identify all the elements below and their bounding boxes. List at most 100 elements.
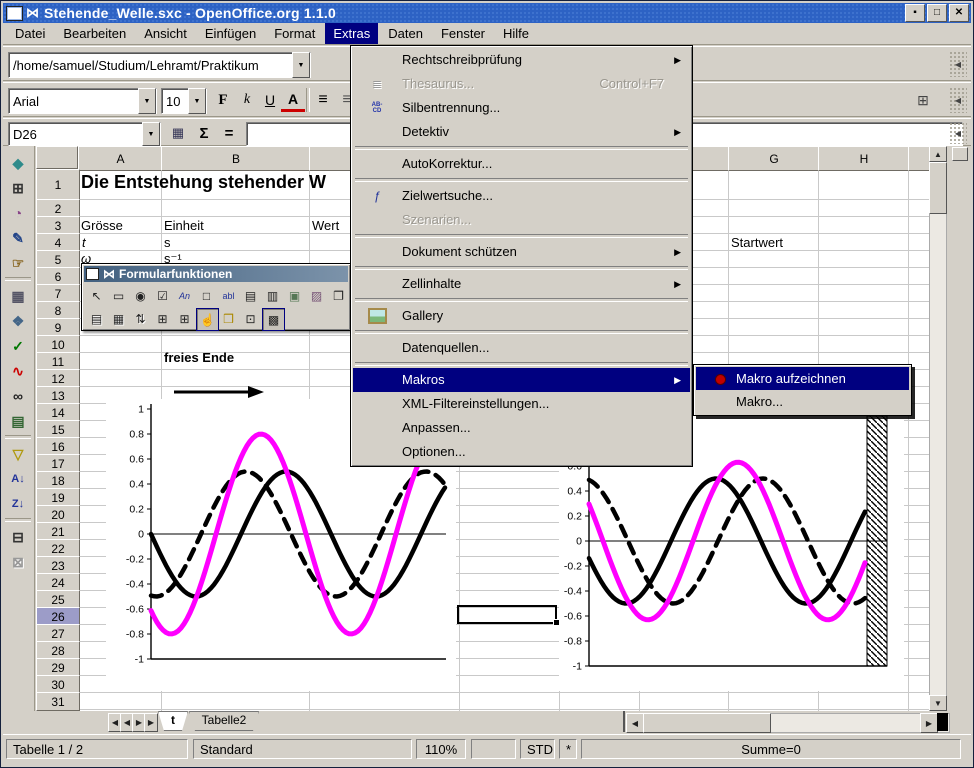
cell-reference-value[interactable]: D26 [9,127,142,142]
menu-item-gallery[interactable]: Gallery [353,304,690,328]
menu-item-datenquellen[interactable]: Datenquellen... [353,336,690,360]
file-selection-icon[interactable]: ❐ [328,285,349,306]
font-size-combo[interactable]: 10 ▼ [161,88,207,114]
column-header-A[interactable]: A [78,146,163,171]
vertical-scrollbar[interactable] [929,146,947,711]
menubar-item-fenster[interactable]: Fenster [433,23,493,44]
pin-icon[interactable]: ⋈ [26,5,39,21]
toolbar-collapse-handle[interactable]: ◀ [949,122,967,144]
menu-item-silbentrennung[interactable]: Silbentrennung...AB- CD [353,96,690,120]
label-field-icon[interactable]: An [174,285,195,306]
close-button[interactable]: ✕ [949,4,969,22]
scroll-left-icon[interactable]: ◀ [626,713,644,733]
column-header-B[interactable]: B [161,146,311,171]
menu-item-autokorrektur[interactable]: AutoKorrektur... [353,152,690,176]
horizontal-scroll-thumb[interactable] [643,713,771,733]
last-sheet-icon[interactable]: ▶ [144,713,158,732]
scroll-down-icon[interactable]: ▼ [929,695,947,711]
submenu-item-makroaufzeichnen[interactable]: Makro aufzeichnen [696,367,909,390]
underline-button[interactable]: U [258,89,282,111]
sum-icon[interactable]: Σ [192,122,216,144]
spellcheck-icon[interactable]: ✓ [6,335,30,357]
column-header-H[interactable]: H [818,146,910,171]
draw-functions-icon[interactable]: ✎ [6,227,30,249]
tab-scrollbar-splitter[interactable] [623,711,625,732]
scroll-up-icon[interactable]: ▲ [929,146,947,162]
open-form-icon[interactable]: ❒ [218,308,239,329]
url-dropdown-icon[interactable]: ▼ [292,52,310,78]
image-control-icon[interactable]: ▨ [306,285,327,306]
form-functions-toolbar[interactable]: ⋈ Formularfunktionen ↖▭◉☑An□abl▤▥▣▨❐ ▤▦⇅… [81,263,351,331]
menubar-item-bearbeiten[interactable]: Bearbeiten [55,23,134,44]
styles-icon[interactable]: ❖ [6,310,30,332]
autoformat-icon[interactable]: ▦ [6,285,30,307]
ungroup-icon[interactable]: ⊠ [6,551,30,573]
toolbar-collapse-handle[interactable]: ◀ [949,51,967,77]
checkbox-icon[interactable]: ☑ [152,285,173,306]
column-header-G[interactable]: G [728,146,820,171]
menubar-item-datei[interactable]: Datei [7,23,53,44]
menu-item-thesaurus[interactable]: Thesaurus...≣Control+F7 [353,72,690,96]
sort-ascending-icon[interactable]: A↓ [6,468,30,490]
font-name-value[interactable]: Arial [9,94,138,109]
menu-item-szenarien[interactable]: Szenarien... [353,208,690,232]
title-bar[interactable]: ⋈ Stehende_Welle.sxc - OpenOffice.org 1.… [3,3,971,23]
form-properties-icon[interactable]: ▤ [86,308,107,329]
menubar-item-daten[interactable]: Daten [380,23,431,44]
sort-descending-icon[interactable]: Z↓ [6,493,30,515]
select-all-corner[interactable] [36,146,78,169]
table-control-icon[interactable]: ⊞ [152,308,173,329]
insert-chart-icon[interactable]: ◔ [6,202,30,224]
font-size-dropdown-icon[interactable]: ▼ [188,88,206,114]
font-color-button[interactable]: A [281,89,305,112]
design-mode-icon[interactable]: ▩ [262,308,285,331]
toolbar-collapse-handle[interactable]: ◀ [949,87,967,113]
control-focus-icon[interactable]: ⊡ [240,308,261,329]
row-header-1[interactable]: 1 [36,169,80,201]
split-handle[interactable] [952,147,968,161]
insert-icon[interactable]: ◆ [6,152,30,174]
status-zoom[interactable]: 110% [416,739,466,759]
font-size-value[interactable]: 10 [162,94,188,109]
menubar-item-extras[interactable]: Extras [325,23,378,44]
image-button-icon[interactable]: ▣ [284,285,305,306]
find-icon[interactable]: ∞ [6,385,30,407]
font-name-dropdown-icon[interactable]: ▼ [138,88,156,114]
row-header-31[interactable]: 31 [36,692,80,711]
url-combo[interactable]: /home/samuel/Studium/Lehramt/Praktikum ▼ [8,52,311,78]
form-toolbar-titlebar[interactable]: ⋈ Formularfunktionen [84,266,348,282]
activation-order-icon[interactable]: ⇅ [130,308,151,329]
textbox-icon[interactable]: abl [218,285,239,306]
menu-item-xmlfiltereinstellungen[interactable]: XML-Filtereinstellungen... [353,392,690,416]
scroll-right-icon[interactable]: ▶ [920,713,938,733]
cell-reference-combo[interactable]: D26 ▼ [8,122,161,146]
scrollbar-split-box[interactable] [937,713,948,731]
align-left-button[interactable]: ≡ [311,89,335,111]
maximize-button[interactable]: □ [927,4,947,22]
combobox-icon[interactable]: ▥ [262,285,283,306]
sheet-tab-tabelle2[interactable]: Tabelle2 [189,711,259,731]
menubar-item-hilfe[interactable]: Hilfe [495,23,537,44]
menu-item-anpassen[interactable]: Anpassen... [353,416,690,440]
column-header-partial[interactable] [908,146,931,171]
autospellcheck-icon[interactable]: ∿ [6,360,30,382]
function-autopilot-icon[interactable]: ▦ [166,122,190,144]
sheet-tab-active[interactable]: t [158,711,188,731]
menubar-item-ansicht[interactable]: Ansicht [136,23,195,44]
menu-item-detektiv[interactable]: Detektiv▶ [353,120,690,144]
option-button-icon[interactable]: ◉ [130,285,151,306]
form-functions-icon[interactable]: ☞ [6,252,30,274]
group-icon[interactable]: ⊟ [6,526,30,548]
vertical-scroll-thumb[interactable] [929,162,947,214]
insert-table-icon[interactable]: ⊞ [174,308,195,329]
datasources-icon[interactable]: ▤ [6,410,30,432]
status-selection-mode[interactable]: STD [520,739,555,759]
italic-button[interactable]: k [235,89,259,111]
selected-cell-d26[interactable] [457,605,557,624]
menu-item-dokumentschtzen[interactable]: Dokument schützen▶ [353,240,690,264]
menubar-item-format[interactable]: Format [266,23,323,44]
menu-item-rechtschreibprfung[interactable]: Rechtschreibprüfung▶ [353,48,690,72]
bold-button[interactable]: F [211,89,235,111]
select-icon[interactable]: ↖ [86,285,107,306]
button-icon[interactable]: ▭ [108,285,129,306]
